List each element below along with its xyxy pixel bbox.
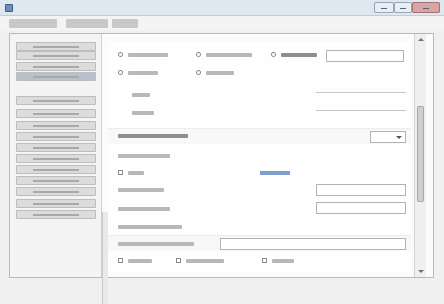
divider-line-1 — [316, 92, 406, 93]
field-1-input[interactable] — [316, 184, 406, 196]
dropdown-label — [118, 134, 188, 138]
radio-option-1-label — [128, 53, 168, 57]
sidebar-nav — [10, 34, 108, 304]
sidebar-item-10[interactable] — [16, 154, 96, 163]
menu-tab-2[interactable] — [66, 19, 108, 28]
bottom-check-3[interactable] — [262, 258, 267, 263]
section-label — [118, 154, 170, 158]
settings-panel — [108, 42, 411, 272]
static-label-1 — [132, 93, 150, 97]
bottom-check-2-label — [186, 259, 224, 263]
sidebar-item-4[interactable] — [16, 72, 96, 81]
app-icon — [5, 4, 13, 12]
radio-option-2[interactable] — [196, 52, 201, 57]
field-3-label — [118, 225, 182, 229]
sidebar-item-11[interactable] — [16, 165, 96, 174]
scroll-thumb[interactable] — [417, 106, 424, 202]
sidebar-item-5[interactable] — [16, 96, 96, 105]
sidebar-item-2[interactable] — [16, 51, 96, 60]
divider-line-2 — [316, 110, 406, 111]
radio-option-2-label — [206, 53, 252, 57]
radio-option-1[interactable] — [118, 52, 123, 57]
sidebar-item-15[interactable] — [16, 210, 96, 219]
menu-tab-3[interactable] — [112, 19, 138, 28]
sidebar-item-6[interactable] — [16, 109, 96, 118]
sidebar-item-1[interactable] — [16, 42, 96, 51]
minimize-icon[interactable] — [374, 2, 394, 13]
sidebar-item-12[interactable] — [16, 176, 96, 185]
sidebar-item-14[interactable] — [16, 199, 96, 208]
sidebar-item-9[interactable] — [16, 143, 96, 152]
title-bar — [0, 0, 444, 16]
main-scrollbar[interactable] — [414, 34, 426, 277]
bottom-check-2[interactable] — [176, 258, 181, 263]
sidebar-item-7[interactable] — [16, 121, 96, 130]
field-4-label — [118, 242, 194, 246]
maximize-icon[interactable] — [394, 2, 412, 13]
radio-option-3[interactable] — [271, 52, 276, 57]
radio-option-5[interactable] — [196, 70, 201, 75]
option-dropdown[interactable] — [370, 131, 406, 143]
sidebar-item-3[interactable] — [16, 62, 96, 71]
radio-option-5-label — [206, 71, 234, 75]
field-1-label — [118, 188, 164, 192]
toggle-checkbox[interactable] — [118, 170, 123, 175]
toggle-label — [128, 171, 144, 175]
sidebar-item-13[interactable] — [16, 187, 96, 196]
application-window — [0, 0, 444, 304]
bottom-check-1-label — [128, 259, 152, 263]
sidebar-item-8[interactable] — [16, 132, 96, 141]
scroll-down-icon[interactable] — [418, 270, 424, 273]
radio-option-3-label — [281, 53, 317, 57]
close-icon[interactable] — [412, 2, 440, 13]
menu-tab-1[interactable] — [9, 19, 57, 28]
path-input[interactable] — [326, 50, 404, 62]
static-label-2 — [132, 111, 154, 115]
field-4-input[interactable] — [220, 238, 406, 250]
bottom-check-1[interactable] — [118, 258, 123, 263]
inline-link[interactable] — [260, 171, 290, 175]
field-2-input[interactable] — [316, 202, 406, 214]
scroll-up-icon[interactable] — [418, 38, 424, 41]
radio-option-4[interactable] — [118, 70, 123, 75]
bottom-check-3-label — [272, 259, 294, 263]
field-2-label — [118, 207, 170, 211]
radio-option-4-label — [128, 71, 158, 75]
menu-bar — [0, 16, 444, 31]
